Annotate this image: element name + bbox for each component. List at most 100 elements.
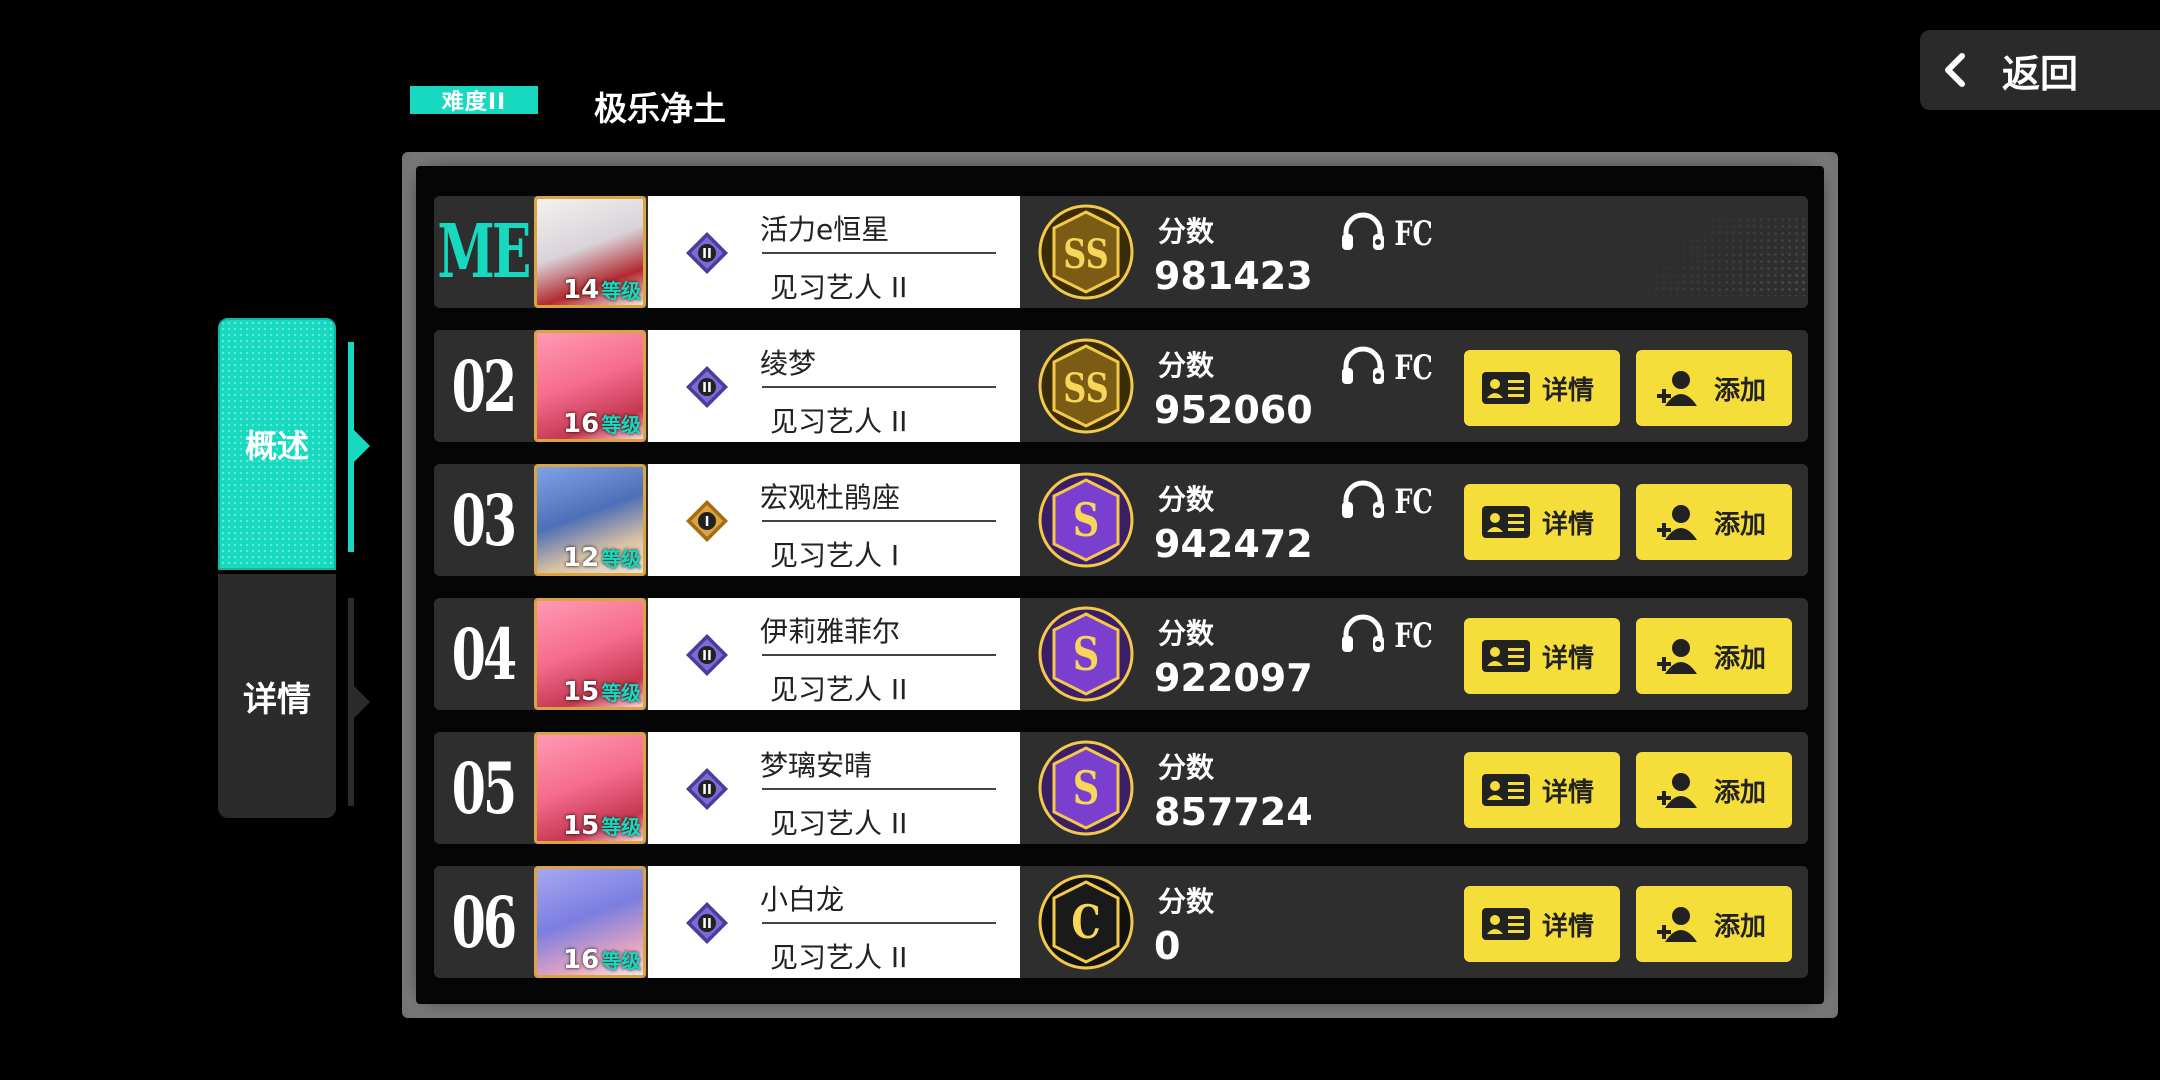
details-button[interactable]: 详情 xyxy=(1464,484,1620,560)
headphones-icon xyxy=(1340,614,1386,658)
id-card-icon xyxy=(1480,368,1532,408)
level-suffix: 等级 xyxy=(601,949,642,973)
idle-tab-arrow-icon xyxy=(354,686,370,718)
tab-details[interactable]: 详情 xyxy=(218,574,336,818)
headphones-icon xyxy=(1340,346,1386,390)
fc-label: FC xyxy=(1394,214,1433,254)
details-button[interactable]: 详情 xyxy=(1464,752,1620,828)
svg-text:II: II xyxy=(702,783,712,798)
add-friend-button[interactable]: 添加 xyxy=(1636,886,1792,962)
details-button-label: 详情 xyxy=(1542,911,1595,942)
rank-label: 05 xyxy=(451,746,517,830)
headphones-icon xyxy=(1340,212,1386,256)
info-divider xyxy=(762,252,996,254)
level-suffix: 等级 xyxy=(601,279,642,303)
svg-text:S: S xyxy=(1073,627,1100,681)
full-combo-indicator: FC xyxy=(1340,480,1439,522)
player-name: 伊莉雅菲尔 xyxy=(760,615,901,648)
add-button-label: 添加 xyxy=(1714,643,1767,674)
player-info-card: II 伊莉雅菲尔 见习艺人 II xyxy=(648,598,1020,710)
details-button[interactable]: 详情 xyxy=(1464,618,1620,694)
side-tabs: 概述 详情 xyxy=(218,318,338,818)
score-value: 922097 xyxy=(1154,656,1313,700)
player-info-card: II 绫梦 见习艺人 II xyxy=(648,330,1020,442)
fc-label: FC xyxy=(1394,482,1433,522)
fc-label: FC xyxy=(1394,616,1433,656)
svg-text:II: II xyxy=(702,917,712,932)
player-title: 见习艺人 II xyxy=(770,941,908,974)
decorative-dots xyxy=(1548,216,1808,296)
leaderboard-row-me: ME 14 等级 II 活力e恒星 见习艺人 II SS 分数 981423 FC xyxy=(434,196,1808,308)
score-label: 分数 xyxy=(1158,885,1215,918)
details-button[interactable]: 详情 xyxy=(1464,886,1620,962)
player-name: 梦璃安晴 xyxy=(760,749,873,782)
player-avatar[interactable]: 15 等级 xyxy=(534,598,646,710)
details-button-label: 详情 xyxy=(1542,643,1595,674)
fc-label: FC xyxy=(1394,348,1433,388)
rank-medal-icon: II xyxy=(684,632,730,678)
player-title: 见习艺人 II xyxy=(770,405,908,438)
active-tab-arrow-icon xyxy=(354,430,370,462)
player-avatar[interactable]: 12 等级 xyxy=(534,464,646,576)
rank-label: 04 xyxy=(451,612,517,696)
add-user-icon xyxy=(1652,770,1704,810)
score-value: 942472 xyxy=(1154,522,1313,566)
rank-label: 02 xyxy=(451,344,517,428)
rank-label: ME xyxy=(437,209,531,295)
svg-text:C: C xyxy=(1071,895,1100,949)
rank-label: 06 xyxy=(451,880,517,964)
player-info-card: II 梦璃安晴 见习艺人 II xyxy=(648,732,1020,844)
score-label: 分数 xyxy=(1158,215,1215,248)
level-suffix: 等级 xyxy=(601,681,642,705)
grade-badge-icon: S xyxy=(1038,472,1134,568)
add-friend-button[interactable]: 添加 xyxy=(1636,752,1792,828)
id-card-icon xyxy=(1480,904,1532,944)
id-card-icon xyxy=(1480,770,1532,810)
add-user-icon xyxy=(1652,502,1704,542)
info-divider xyxy=(762,922,996,924)
rank-medal-icon: II xyxy=(684,230,730,276)
player-level: 16 等级 xyxy=(563,945,641,975)
player-avatar[interactable]: 16 等级 xyxy=(534,866,646,978)
add-user-icon xyxy=(1652,636,1704,676)
player-name: 宏观杜鹃座 xyxy=(760,481,901,514)
tab-overview[interactable]: 概述 xyxy=(218,318,336,570)
add-button-label: 添加 xyxy=(1714,375,1767,406)
grade-badge-icon: SS xyxy=(1038,338,1134,434)
player-name: 小白龙 xyxy=(760,883,845,916)
details-button-label: 详情 xyxy=(1542,375,1595,406)
player-avatar[interactable]: 14 等级 xyxy=(534,196,646,308)
score-value: 0 xyxy=(1154,924,1181,968)
grade-badge-icon: S xyxy=(1038,606,1134,702)
player-avatar[interactable]: 15 等级 xyxy=(534,732,646,844)
info-divider xyxy=(762,654,996,656)
leaderboard-row: 02 16 等级 II 绫梦 见习艺人 II SS 分数 952060 FC 详… xyxy=(434,330,1808,442)
full-combo-indicator: FC xyxy=(1340,614,1439,658)
score-value: 981423 xyxy=(1154,254,1313,298)
details-button[interactable]: 详情 xyxy=(1464,350,1620,426)
id-card-icon xyxy=(1480,502,1532,542)
score-label: 分数 xyxy=(1158,617,1215,650)
level-number: 12 xyxy=(563,543,600,573)
rank-medal-icon: II xyxy=(684,364,730,410)
rank-medal-icon: I xyxy=(684,498,730,544)
add-friend-button[interactable]: 添加 xyxy=(1636,618,1792,694)
rank-medal-icon: II xyxy=(684,766,730,812)
player-avatar[interactable]: 16 等级 xyxy=(534,330,646,442)
level-number: 15 xyxy=(563,677,600,707)
add-user-icon xyxy=(1652,368,1704,408)
leaderboard-row: 05 15等级 II 梦璃安晴 见习艺人 II S 分数 857724 详情 xyxy=(434,732,1808,844)
level-suffix: 等级 xyxy=(601,547,642,571)
score-label: 分数 xyxy=(1158,483,1215,516)
leaderboard-row: 03 12 等级 I 宏观杜鹃座 见习艺人 I S 分数 942472 FC 详… xyxy=(434,464,1808,576)
player-title: 见习艺人 II xyxy=(770,271,908,304)
svg-text:SS: SS xyxy=(1063,364,1109,411)
add-friend-button[interactable]: 添加 xyxy=(1636,484,1792,560)
svg-text:SS: SS xyxy=(1063,230,1109,277)
player-info-card: II 活力e恒星 见习艺人 II xyxy=(648,196,1020,308)
svg-text:S: S xyxy=(1073,493,1100,547)
add-friend-button[interactable]: 添加 xyxy=(1636,350,1792,426)
back-button[interactable]: 返回 xyxy=(1920,30,2160,110)
add-button-label: 添加 xyxy=(1714,777,1767,808)
info-divider xyxy=(762,520,996,522)
